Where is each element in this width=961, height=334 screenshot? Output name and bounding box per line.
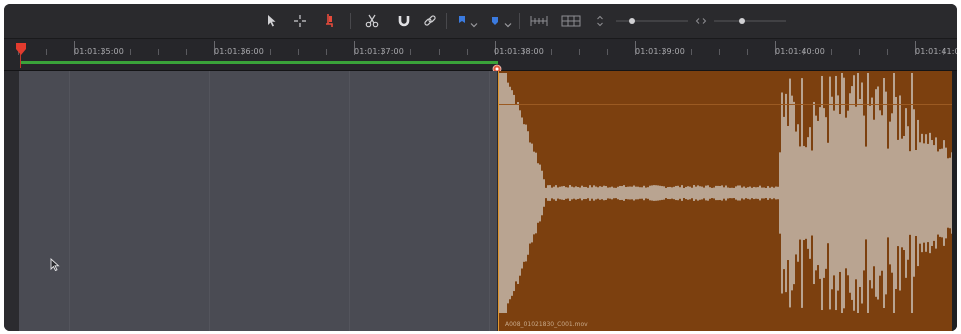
full-extent-zoom-icon[interactable] xyxy=(528,13,550,29)
marker-icon[interactable] xyxy=(490,13,500,29)
minor-tick xyxy=(719,49,720,55)
minor-tick xyxy=(859,49,860,55)
timecode-label: 01:01:37:00 xyxy=(354,47,404,56)
timecode-ruler[interactable]: 01:01:35:00 01:01:36:00 01:01:37:00 01:0… xyxy=(4,39,957,71)
toolbar-separator xyxy=(350,13,351,29)
minor-tick xyxy=(747,49,748,55)
timecode-label: 01:01:35:00 xyxy=(74,47,124,56)
audio-track-area[interactable]: A008_01021830_C001.mov xyxy=(4,71,957,331)
timeline-toolbar xyxy=(4,4,957,39)
timecode-label: 01:01:41:0 xyxy=(915,47,957,56)
toolbar-separator xyxy=(519,13,520,29)
minor-tick xyxy=(130,49,131,55)
clip-volume-line[interactable] xyxy=(499,104,953,105)
minor-tick xyxy=(298,49,299,55)
minor-tick xyxy=(186,49,187,55)
minor-tick xyxy=(410,49,411,55)
minor-tick xyxy=(270,49,271,55)
minor-tick xyxy=(467,49,468,55)
minor-tick xyxy=(326,49,327,55)
toolbar-separator xyxy=(446,13,447,29)
timecode-label: 01:01:36:00 xyxy=(214,47,264,56)
grid-line xyxy=(209,71,210,331)
selection-tool-icon[interactable] xyxy=(265,13,279,29)
timecode-label: 01:01:38:00 xyxy=(494,47,544,56)
grid-line xyxy=(69,71,70,331)
track-edge xyxy=(952,71,957,331)
audio-waveform xyxy=(499,73,953,313)
chevron-down-icon[interactable] xyxy=(504,14,512,33)
detail-zoom-icon[interactable] xyxy=(560,13,582,29)
trim-tool-icon[interactable] xyxy=(293,13,307,29)
blade-tool-icon[interactable] xyxy=(364,13,380,29)
minor-tick xyxy=(887,49,888,55)
in-out-range-bar[interactable] xyxy=(21,61,498,64)
gap-region[interactable] xyxy=(19,71,497,331)
zoom-slider[interactable] xyxy=(616,13,688,29)
dynamic-trim-tool-icon[interactable] xyxy=(322,13,338,29)
audio-clip[interactable]: A008_01021830_C001.mov xyxy=(498,71,953,331)
linked-selection-icon[interactable] xyxy=(422,13,438,29)
minor-tick xyxy=(158,49,159,55)
track-height-icon[interactable] xyxy=(694,13,708,29)
timecode-label: 01:01:40:00 xyxy=(775,47,825,56)
snapping-icon[interactable] xyxy=(396,13,412,29)
minor-tick xyxy=(551,49,552,55)
mouse-cursor-icon xyxy=(50,257,60,276)
grid-line xyxy=(349,71,350,331)
clip-name: A008_01021830_C001.mov xyxy=(505,321,588,328)
minor-tick xyxy=(579,49,580,55)
minor-tick xyxy=(607,49,608,55)
minor-tick xyxy=(691,49,692,55)
flag-icon[interactable] xyxy=(457,13,467,29)
minor-tick xyxy=(439,49,440,55)
minor-tick xyxy=(831,49,832,55)
timecode-label: 01:01:39:00 xyxy=(635,47,685,56)
minor-tick xyxy=(46,49,47,55)
playhead-icon[interactable] xyxy=(15,41,27,60)
grid-line xyxy=(489,71,490,331)
track-height-slider[interactable] xyxy=(714,13,786,29)
chevron-down-icon[interactable] xyxy=(470,14,478,33)
custom-zoom-icon[interactable] xyxy=(595,13,605,29)
timeline-window: 01:01:35:00 01:01:36:00 01:01:37:00 01:0… xyxy=(4,4,957,331)
